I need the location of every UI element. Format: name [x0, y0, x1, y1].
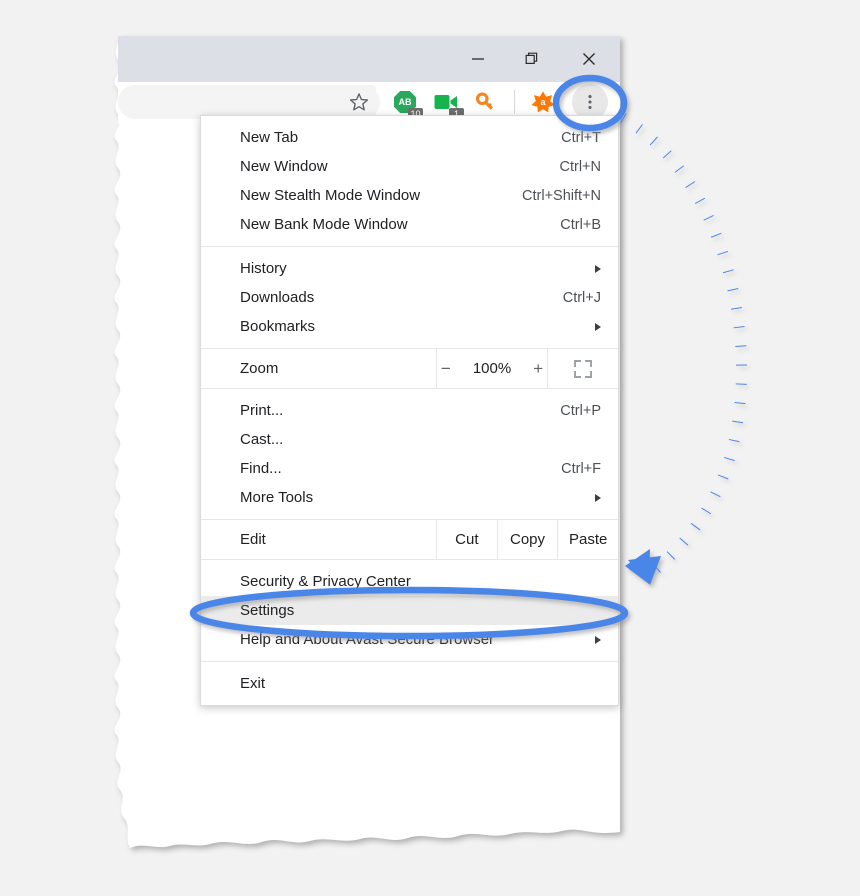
menu-item-new-tab[interactable]: New Tab Ctrl+T — [201, 123, 618, 152]
password-manager-button[interactable] — [468, 85, 502, 119]
fullscreen-button[interactable] — [547, 349, 618, 388]
menu-group-browsing: History Downloads Ctrl+J Bookmarks — [201, 246, 618, 348]
menu-item-history[interactable]: History — [201, 254, 618, 283]
menu-item-label: New Bank Mode Window — [240, 216, 408, 233]
menu-item-label: Find... — [240, 460, 282, 477]
zoom-level-value: 100% — [472, 360, 512, 377]
copy-button[interactable]: Copy — [496, 520, 558, 559]
fullscreen-icon — [574, 359, 592, 378]
video-downloader-button[interactable]: 1 — [429, 85, 464, 120]
menu-item-accelerator: Ctrl+T — [561, 129, 601, 146]
menu-item-more-tools[interactable]: More Tools — [201, 483, 618, 512]
menu-edit-row: Edit Cut Copy Paste — [201, 520, 618, 559]
menu-item-new-window[interactable]: New Window Ctrl+N — [201, 152, 618, 181]
close-icon — [583, 53, 595, 65]
chevron-right-icon — [595, 322, 601, 331]
menu-item-accelerator: Ctrl+B — [560, 216, 601, 233]
menu-item-help-and-about[interactable]: Help and About Avast Secure Browser — [201, 625, 618, 654]
paste-button[interactable]: Paste — [557, 520, 618, 559]
svg-text:AB: AB — [399, 97, 412, 107]
bookmark-star-icon — [349, 93, 369, 111]
menu-item-accelerator: Ctrl+F — [561, 460, 601, 477]
three-dot-menu-icon — [588, 95, 592, 109]
menu-item-label: Security & Privacy Center — [240, 573, 411, 590]
edit-label: Edit — [240, 531, 266, 548]
avast-extension-button[interactable]: a — [526, 85, 560, 119]
avast-logo-icon: a — [531, 91, 555, 113]
menu-item-accelerator: Ctrl+P — [560, 402, 601, 419]
menu-item-label: More Tools — [240, 489, 314, 506]
menu-item-new-stealth-mode-window[interactable]: New Stealth Mode Window Ctrl+Shift+N — [201, 181, 618, 210]
menu-item-new-bank-mode-window[interactable]: New Bank Mode Window Ctrl+B — [201, 210, 618, 239]
menu-item-bookmarks[interactable]: Bookmarks — [201, 312, 618, 341]
toolbar-separator — [514, 90, 515, 114]
menu-item-label: History — [240, 260, 287, 277]
menu-item-label: Help and About Avast Secure Browser — [240, 631, 495, 648]
minimize-icon — [472, 58, 484, 60]
menu-group-edit: Edit Cut Copy Paste — [201, 519, 618, 559]
annotation-arrow — [620, 113, 747, 585]
zoom-in-button[interactable]: + — [533, 359, 543, 379]
menu-item-label: Downloads — [240, 289, 315, 306]
menu-item-downloads[interactable]: Downloads Ctrl+J — [201, 283, 618, 312]
window-minimize-button[interactable] — [455, 36, 501, 82]
menu-group-exit: Exit — [201, 661, 618, 705]
chevron-right-icon — [595, 635, 601, 644]
menu-group-new: New Tab Ctrl+T New Window Ctrl+N New Ste… — [201, 116, 618, 246]
menu-item-find[interactable]: Find... Ctrl+F — [201, 454, 618, 483]
cut-button[interactable]: Cut — [436, 520, 497, 559]
menu-item-cast[interactable]: Cast... — [201, 425, 618, 454]
menu-group-zoom: Zoom − 100% + — [201, 348, 618, 388]
key-icon — [475, 92, 493, 110]
menu-item-exit[interactable]: Exit — [201, 669, 618, 698]
window-close-button[interactable] — [566, 36, 612, 82]
restore-icon — [525, 52, 538, 65]
menu-item-print[interactable]: Print... Ctrl+P — [201, 396, 618, 425]
zoom-label: Zoom — [240, 360, 279, 377]
menu-group-tools: Print... Ctrl+P Cast... Find... Ctrl+F M… — [201, 388, 618, 519]
chevron-right-icon — [595, 493, 601, 502]
zoom-out-button[interactable]: − — [441, 359, 451, 379]
menu-item-label: Bookmarks — [240, 318, 316, 335]
menu-item-accelerator: Ctrl+Shift+N — [522, 187, 601, 204]
address-bar[interactable] — [118, 85, 380, 119]
menu-item-accelerator: Ctrl+N — [559, 158, 602, 175]
browser-main-menu: New Tab Ctrl+T New Window Ctrl+N New Ste… — [200, 115, 619, 706]
bookmark-star-button[interactable] — [342, 85, 376, 119]
window-restore-button[interactable] — [509, 36, 555, 82]
menu-item-security-privacy-center[interactable]: Security & Privacy Center — [201, 567, 618, 596]
adblock-extension-button[interactable]: AB 10 — [388, 85, 423, 120]
menu-item-label: New Window — [240, 158, 328, 175]
zoom-controls: − 100% + — [436, 349, 547, 388]
menu-zoom-row: Zoom − 100% + — [201, 349, 618, 388]
menu-item-label: Exit — [240, 675, 266, 692]
menu-item-label: New Tab — [240, 129, 299, 146]
menu-item-label: Settings — [240, 602, 295, 619]
menu-item-label: New Stealth Mode Window — [240, 187, 421, 204]
menu-group-settings: Security & Privacy Center Settings Help … — [201, 559, 618, 661]
menu-item-label: Print... — [240, 402, 284, 419]
menu-item-settings[interactable]: Settings — [201, 596, 618, 625]
chevron-right-icon — [595, 264, 601, 273]
menu-item-label: Cast... — [240, 431, 284, 448]
menu-item-accelerator: Ctrl+J — [562, 289, 601, 306]
